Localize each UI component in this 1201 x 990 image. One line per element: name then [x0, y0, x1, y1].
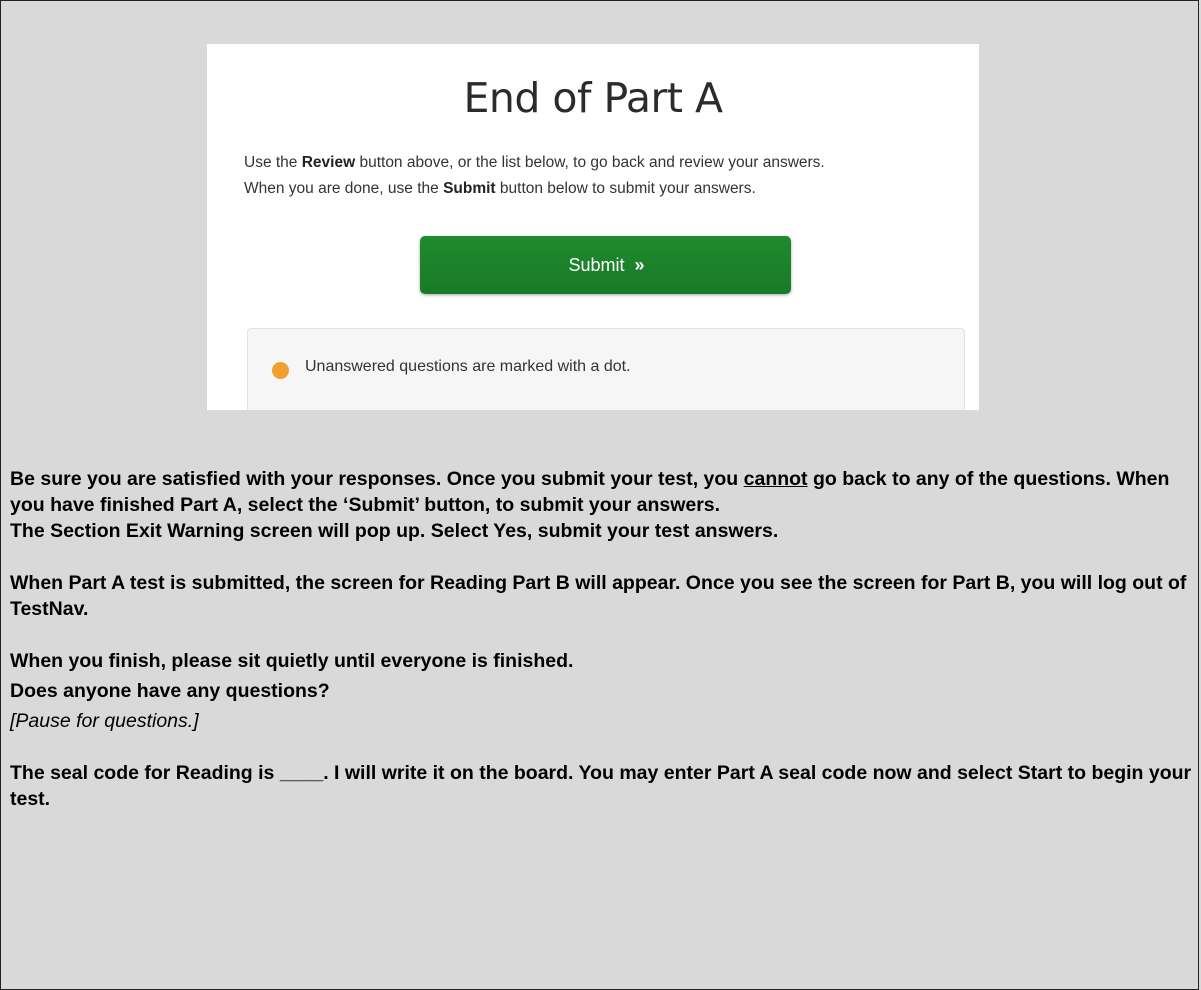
paragraph-exit-warning: The Section Exit Warning screen will pop…	[10, 520, 779, 542]
instruction-line-1: Use the Review button above, or the list…	[244, 150, 964, 176]
paragraph-satisfied: Be sure you are satisfied with your resp…	[10, 466, 1195, 518]
paragraph-seal-code: The seal code for Reading is ____. I wil…	[10, 762, 1192, 810]
instruction-text: button below to submit your answers.	[495, 180, 756, 197]
script-instructions: Be sure you are satisfied with your resp…	[10, 466, 1195, 812]
paragraph-text: Be sure you are satisfied with your resp…	[10, 468, 744, 490]
double-chevron-right-icon: »	[634, 254, 645, 275]
instruction-text: When you are done, use the	[244, 180, 444, 197]
unanswered-legend: Unanswered questions are marked with a d…	[247, 328, 965, 410]
unanswered-dot-icon	[272, 362, 289, 379]
screen-title: End of Part A	[463, 74, 723, 122]
instruction-text: Use the	[244, 154, 302, 171]
review-keyword: Review	[301, 154, 356, 171]
paragraph-pause: [Pause for questions.]	[10, 710, 199, 732]
submit-button[interactable]: Submit »	[420, 236, 791, 294]
paragraph-part-b: When Part A test is submitted, the scree…	[10, 572, 1187, 620]
instruction-text: button above, or the list below, to go b…	[355, 154, 825, 171]
paragraph-questions: Does anyone have any questions?	[10, 680, 330, 702]
paragraph-finish: When you finish, please sit quietly unti…	[10, 650, 574, 672]
submit-keyword: Submit	[443, 180, 496, 197]
page-frame: End of Part A Use the Review button abov…	[0, 0, 1199, 990]
instruction-line-2: When you are done, use the Submit button…	[244, 176, 964, 202]
emphasis-cannot: cannot	[743, 468, 808, 490]
legend-text: Unanswered questions are marked with a d…	[305, 358, 631, 375]
submit-button-label: Submit	[568, 254, 625, 275]
end-of-part-screenshot: End of Part A Use the Review button abov…	[207, 44, 979, 410]
review-instructions: Use the Review button above, or the list…	[244, 150, 964, 202]
